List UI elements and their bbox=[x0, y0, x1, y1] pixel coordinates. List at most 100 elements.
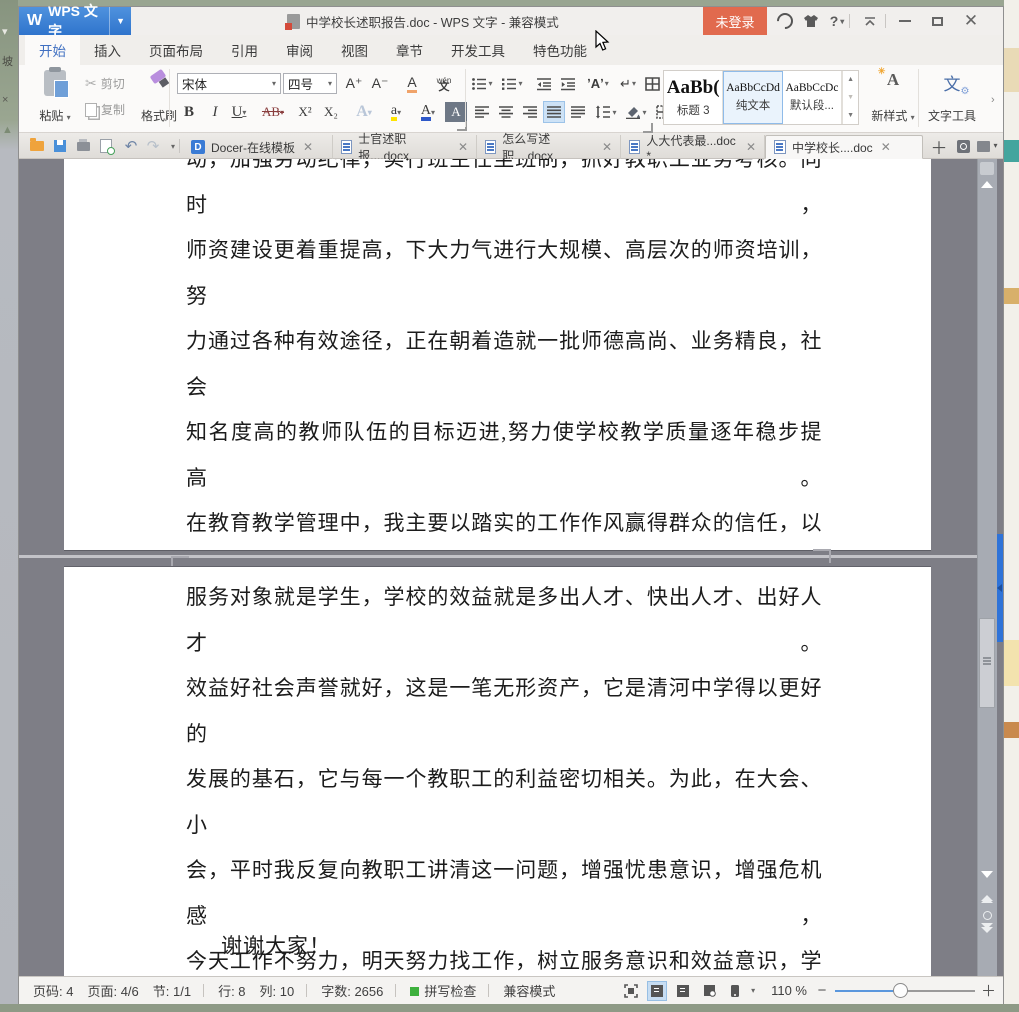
quickbar-caret-icon[interactable]: ▾ bbox=[163, 136, 183, 156]
clear-format-button[interactable]: A bbox=[399, 73, 425, 94]
distribute-button[interactable] bbox=[567, 101, 589, 123]
print-preview-icon[interactable] bbox=[96, 136, 116, 156]
increase-indent-button[interactable] bbox=[557, 73, 579, 94]
page-view-icon[interactable] bbox=[647, 980, 668, 1001]
close-icon[interactable]: ✕ bbox=[957, 7, 985, 35]
minimize-icon[interactable] bbox=[891, 7, 919, 35]
tab-special-features[interactable]: 特色功能 bbox=[519, 35, 601, 65]
tab-page-layout[interactable]: 页面布局 bbox=[135, 35, 217, 65]
align-center-button[interactable] bbox=[495, 101, 517, 123]
character-shading-button[interactable]: A bbox=[445, 102, 467, 122]
zoom-slider-thumb[interactable] bbox=[893, 982, 908, 998]
close-tab-icon[interactable]: ✕ bbox=[303, 140, 313, 154]
strikethrough-button[interactable]: AB ▾ bbox=[257, 101, 289, 123]
subscript-button[interactable]: X₂ bbox=[319, 101, 343, 123]
decrease-indent-button[interactable] bbox=[533, 73, 555, 94]
highlight-color-button[interactable]: a ▾ bbox=[381, 101, 411, 123]
mobile-view-icon[interactable] bbox=[725, 981, 745, 1001]
save-icon[interactable] bbox=[50, 136, 70, 156]
zoom-out-icon[interactable]: − bbox=[815, 982, 829, 999]
styles-scroll-up-icon[interactable]: ▲ bbox=[843, 71, 858, 89]
document-page-1[interactable]: 动，加强劳动纪律，实行班主任坐班制，抓好教职工业务考核。同时， 师资建设更着重提… bbox=[64, 159, 931, 551]
styles-scroll-down-icon[interactable]: ▼ bbox=[843, 89, 858, 107]
grow-font-button[interactable]: A⁺ bbox=[341, 73, 367, 94]
paragraph-layout-button[interactable]: ↵ ▾ bbox=[617, 73, 639, 94]
text-tool-button[interactable]: 文 文字工具 bbox=[923, 70, 981, 124]
tab-view[interactable]: 视图 bbox=[327, 35, 382, 65]
superscript-button[interactable]: X² bbox=[293, 101, 317, 123]
mobile-view-caret-icon[interactable]: ▾ bbox=[751, 986, 755, 995]
doc-tab-2[interactable]: 怎么写述职....docx ✕ bbox=[477, 132, 621, 163]
tab-review[interactable]: 审阅 bbox=[272, 35, 327, 65]
tab-list-icon[interactable] bbox=[973, 136, 998, 156]
bold-button[interactable]: B bbox=[177, 101, 201, 123]
help-icon[interactable]: ? ▾ bbox=[823, 7, 851, 35]
print-icon[interactable] bbox=[73, 136, 93, 156]
line-spacing-button[interactable]: ▾ bbox=[595, 101, 617, 123]
close-tab-icon[interactable]: ✕ bbox=[458, 140, 468, 154]
status-spellcheck[interactable]: 拼写检查 bbox=[410, 981, 476, 1000]
close-tab-icon[interactable]: ✕ bbox=[746, 140, 756, 154]
align-right-button[interactable] bbox=[519, 101, 541, 123]
character-scale-button[interactable]: ʼAʼ ▾ bbox=[587, 73, 609, 94]
reading-layout-icon[interactable] bbox=[980, 162, 994, 175]
cut-button[interactable]: ✂ 剪切 bbox=[85, 75, 125, 92]
format-painter-button[interactable]: 格式刷 bbox=[137, 70, 181, 124]
font-color-button[interactable]: A ▾ bbox=[413, 101, 443, 123]
tab-developer[interactable]: 开发工具 bbox=[437, 35, 519, 65]
close-tab-icon[interactable]: ✕ bbox=[602, 140, 612, 154]
copy-button[interactable]: 复制 bbox=[85, 101, 125, 118]
style-heading3[interactable]: AaBb( 标题 3 bbox=[664, 71, 724, 124]
open-file-icon[interactable] bbox=[27, 136, 47, 156]
document-area[interactable]: 动，加强劳动纪律，实行班主任坐班制，抓好教职工业务考核。同时， 师资建设更着重提… bbox=[19, 159, 1003, 976]
new-style-button[interactable]: A 新样式 ▾ bbox=[867, 66, 919, 124]
close-tab-icon[interactable]: ✕ bbox=[881, 140, 891, 154]
collapse-ribbon-icon[interactable] bbox=[857, 7, 883, 35]
doc-tab-active[interactable]: 中学校长....doc ✕ bbox=[765, 135, 923, 159]
zoom-in-icon[interactable]: ＋ bbox=[981, 980, 996, 1001]
style-default-paragraph[interactable]: AaBbCcDc 默认段... bbox=[783, 71, 843, 124]
align-left-button[interactable] bbox=[471, 101, 493, 123]
web-view-icon[interactable] bbox=[699, 981, 719, 1001]
wps-menu-button[interactable]: W WPS 文字 ▼ bbox=[19, 3, 131, 39]
history-icon[interactable] bbox=[953, 136, 973, 156]
doc-tab-1[interactable]: 士官述职报....docx ✕ bbox=[333, 132, 477, 163]
new-tab-icon[interactable]: ＋ bbox=[929, 136, 949, 158]
ribbon-expand-icon[interactable]: › bbox=[991, 89, 1003, 111]
chevron-down-icon[interactable]: ▼ bbox=[109, 7, 131, 35]
select-browse-object-icon[interactable] bbox=[983, 911, 992, 920]
next-page-icon[interactable] bbox=[981, 923, 993, 933]
scroll-down-icon[interactable] bbox=[981, 871, 993, 878]
status-word-count[interactable]: 字数: 2656 bbox=[321, 981, 383, 1000]
underline-button[interactable]: U ▾ bbox=[227, 101, 251, 123]
style-plain-text[interactable]: AaBbCcDd 纯文本 bbox=[723, 71, 783, 124]
tab-home[interactable]: 开始 bbox=[25, 35, 80, 65]
login-button[interactable]: 未登录 bbox=[703, 7, 767, 35]
text-effect-button[interactable]: A ▾ bbox=[349, 101, 379, 123]
outline-view-icon[interactable] bbox=[673, 981, 693, 1001]
insert-table-icon[interactable] bbox=[641, 73, 663, 94]
font-family-select[interactable]: 宋体 ▾ bbox=[177, 73, 281, 94]
tab-references[interactable]: 引用 bbox=[217, 35, 272, 65]
scroll-up-icon[interactable] bbox=[981, 181, 993, 188]
document-page-2[interactable]: 服务对象就是学生，学校的效益就是多出人才、快出人才、出好人才。 效益好社会声誉就… bbox=[64, 566, 931, 976]
styles-more-icon[interactable]: ▼ bbox=[843, 106, 858, 124]
side-panel-handle[interactable] bbox=[997, 534, 1003, 642]
previous-page-icon[interactable] bbox=[981, 895, 993, 903]
paste-button[interactable]: 粘贴 ▾ bbox=[33, 67, 77, 124]
font-size-select[interactable]: 四号 ▾ bbox=[283, 73, 337, 94]
shrink-font-button[interactable]: A⁻ bbox=[367, 73, 393, 94]
fill-color-button[interactable]: ▾ bbox=[625, 101, 647, 123]
zoom-slider[interactable] bbox=[835, 982, 975, 998]
phonetic-guide-button[interactable]: wén 文 bbox=[427, 73, 461, 94]
undo-icon[interactable]: ↶ bbox=[121, 136, 141, 156]
doc-tab-docer[interactable]: D Docer-在线模板 ✕ bbox=[183, 135, 333, 159]
zoom-value[interactable]: 110 % bbox=[771, 983, 807, 998]
justify-button[interactable] bbox=[543, 101, 565, 123]
skin-icon[interactable] bbox=[799, 7, 823, 35]
italic-button[interactable]: I bbox=[203, 101, 227, 123]
scrollbar-thumb[interactable] bbox=[979, 618, 995, 708]
tab-insert[interactable]: 插入 bbox=[80, 35, 135, 65]
tab-section[interactable]: 章节 bbox=[382, 35, 437, 65]
numbered-list-button[interactable]: ▾ bbox=[501, 73, 523, 94]
